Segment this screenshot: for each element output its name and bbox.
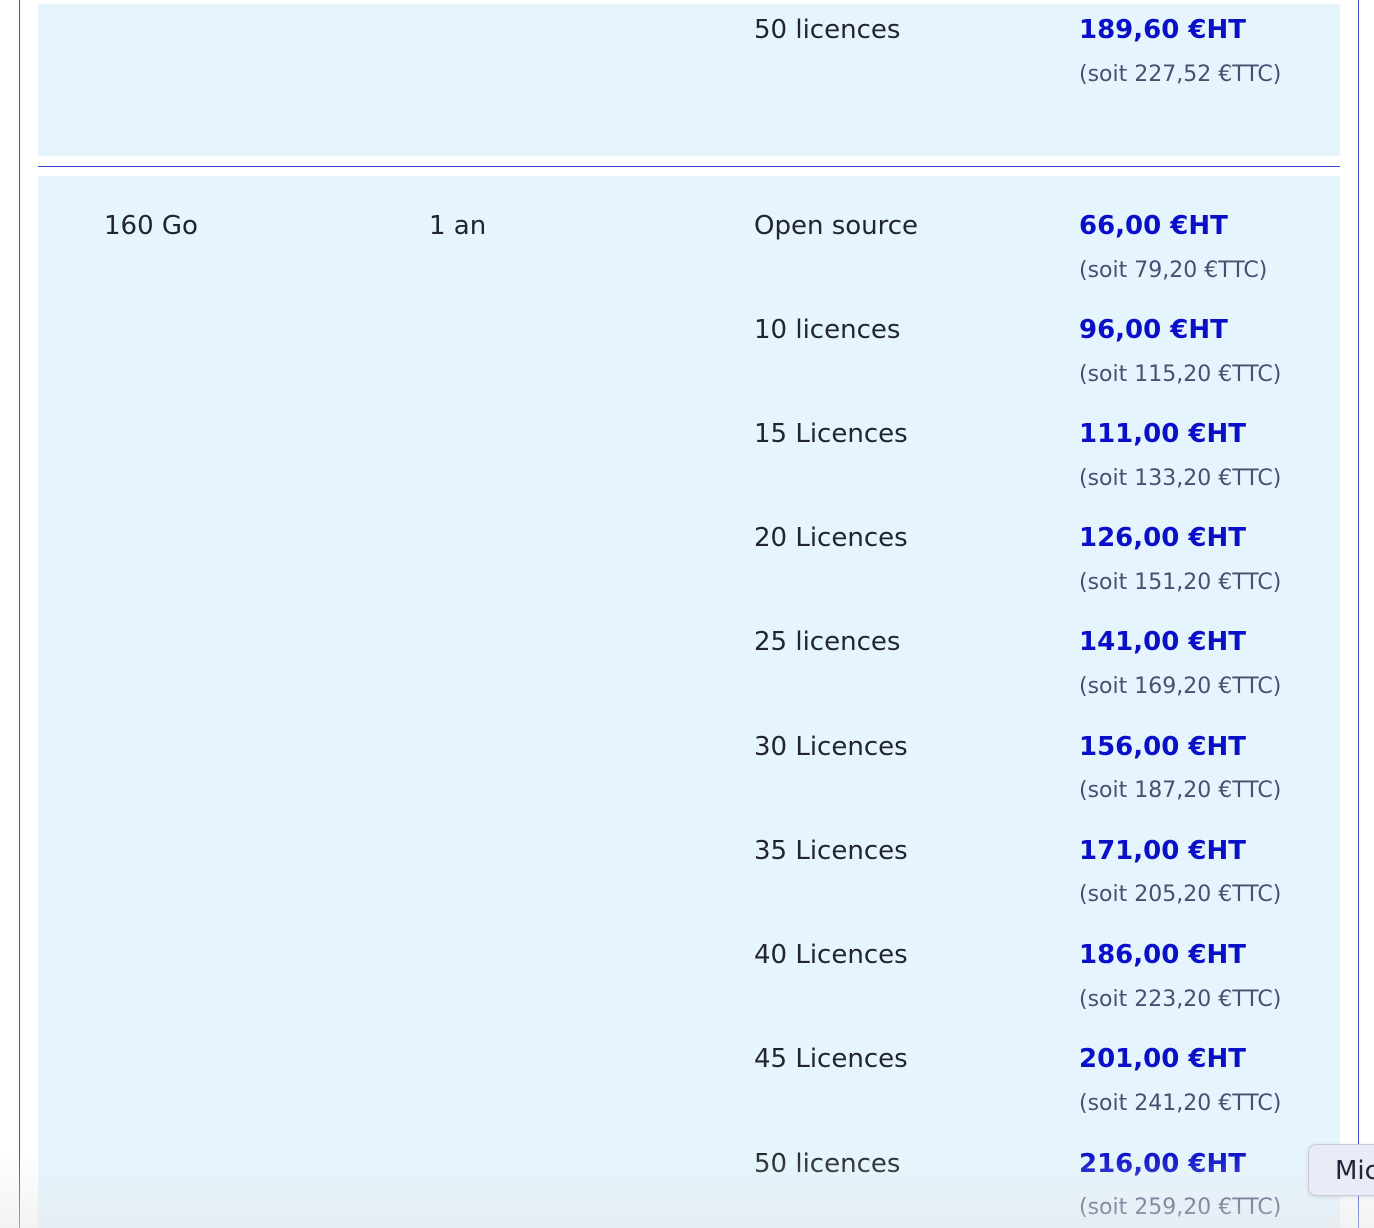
pricing-row-group-160go: 160 Go 1 an Open source 66,00 €HT (soit … <box>38 176 1340 1228</box>
price-ht: 141,00 €HT <box>1079 627 1246 657</box>
frame-border-left <box>19 0 20 1228</box>
price-ht: 156,00 €HT <box>1079 732 1246 762</box>
price-ht: 66,00 €HT <box>1079 211 1228 241</box>
price-ht: 111,00 €HT <box>1079 419 1246 449</box>
price-ttc: (soit 169,20 €TTC) <box>1079 674 1282 699</box>
licence-label: 50 licences <box>754 15 901 45</box>
price-ttc: (soit 205,20 €TTC) <box>1079 882 1282 907</box>
floating-widget-button[interactable]: Mic <box>1308 1144 1374 1196</box>
price-ttc: (soit 79,20 €TTC) <box>1079 258 1268 283</box>
price-ht: 171,00 €HT <box>1079 836 1246 866</box>
licence-label: 30 Licences <box>754 732 908 762</box>
licence-label: 40 Licences <box>754 940 908 970</box>
price-ht: 186,00 €HT <box>1079 940 1246 970</box>
licence-label: 25 licences <box>754 627 901 657</box>
licence-label: 10 licences <box>754 315 901 345</box>
storage-capacity: 160 Go <box>104 211 198 241</box>
price-ttc: (soit 227,52 €TTC) <box>1079 62 1282 87</box>
licence-label: 35 Licences <box>754 836 908 866</box>
price-ttc: (soit 223,20 €TTC) <box>1079 987 1282 1012</box>
floating-widget-label: Mic <box>1335 1156 1374 1186</box>
pricing-page: 50 licences 189,60 €HT (soit 227,52 €TTC… <box>0 0 1374 1228</box>
price-ttc: (soit 241,20 €TTC) <box>1079 1091 1282 1116</box>
price-ttc: (soit 187,20 €TTC) <box>1079 778 1282 803</box>
subscription-duration: 1 an <box>429 211 487 241</box>
licence-label: 50 licences <box>754 1149 901 1179</box>
frame-border-right <box>1358 0 1359 1228</box>
price-ht: 201,00 €HT <box>1079 1044 1246 1074</box>
price-ttc: (soit 133,20 €TTC) <box>1079 466 1282 491</box>
price-ht: 216,00 €HT <box>1079 1149 1246 1179</box>
price-ht: 126,00 €HT <box>1079 523 1246 553</box>
price-ttc: (soit 259,20 €TTC) <box>1079 1195 1282 1220</box>
licence-label: 15 Licences <box>754 419 908 449</box>
price-ht: 189,60 €HT <box>1079 15 1246 45</box>
licence-label: 20 Licences <box>754 523 908 553</box>
price-ttc: (soit 151,20 €TTC) <box>1079 570 1282 595</box>
pricing-row-group-previous: 50 licences 189,60 €HT (soit 227,52 €TTC… <box>38 4 1340 156</box>
section-divider <box>38 166 1340 167</box>
licence-label: 45 Licences <box>754 1044 908 1074</box>
price-ht: 96,00 €HT <box>1079 315 1228 345</box>
price-ttc: (soit 115,20 €TTC) <box>1079 362 1282 387</box>
licence-label: Open source <box>754 211 919 241</box>
